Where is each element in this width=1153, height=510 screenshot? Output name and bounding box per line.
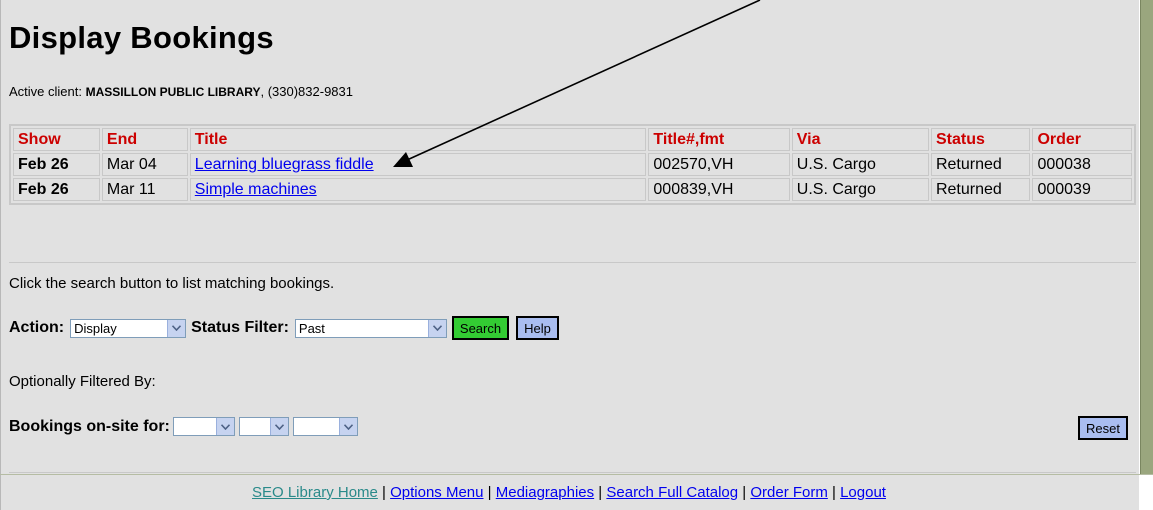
client-phone: , (330)832-9831 xyxy=(260,84,353,99)
cell-title-fmt: 002570,VH xyxy=(648,153,790,176)
footer-link-options[interactable]: Options Menu xyxy=(390,484,483,501)
cell-end: Mar 11 xyxy=(101,178,188,201)
cell-order: 000039 xyxy=(1032,178,1132,201)
footer-divider xyxy=(0,474,1153,475)
client-name: MASSILLON PUBLIC LIBRARY xyxy=(85,85,261,99)
section-divider xyxy=(9,262,1136,263)
status-filter-value: Past xyxy=(298,320,325,336)
footer-link-home[interactable]: SEO Library Home xyxy=(252,484,378,501)
header-show: Show xyxy=(13,128,100,151)
header-via: Via xyxy=(791,128,929,151)
cell-title-fmt: 000839,VH xyxy=(648,178,790,201)
header-title-fmt: Title#,fmt xyxy=(648,128,790,151)
cell-title: Learning bluegrass fiddle xyxy=(189,153,647,176)
action-row: Action: Display Status Filter: Past Sear… xyxy=(9,316,559,340)
search-instructions: Click the search button to list matching… xyxy=(9,275,335,292)
chevron-down-icon xyxy=(215,418,234,435)
header-status: Status xyxy=(930,128,1031,151)
client-prefix: Active client: xyxy=(9,84,86,99)
footer-link-logout[interactable]: Logout xyxy=(840,484,886,501)
title-link[interactable]: Simple machines xyxy=(195,181,317,198)
cell-title: Simple machines xyxy=(189,178,647,201)
cell-status: Returned xyxy=(930,178,1031,201)
status-filter-label: Status Filter: xyxy=(191,319,289,336)
onsite-year-select[interactable] xyxy=(292,417,358,436)
cell-show: Feb 26 xyxy=(13,153,100,176)
onsite-row: Bookings on-site for: xyxy=(9,417,358,436)
table-header-row: Show End Title Title#,fmt Via Status Ord… xyxy=(13,128,1132,151)
reset-button[interactable]: Reset xyxy=(1078,416,1128,440)
help-button[interactable]: Help xyxy=(516,316,559,340)
header-title: Title xyxy=(189,128,647,151)
cell-status: Returned xyxy=(930,153,1031,176)
right-edge-bar xyxy=(1140,0,1153,475)
optional-filter-label: Optionally Filtered By: xyxy=(9,373,156,390)
header-order: Order xyxy=(1032,128,1132,151)
chevron-down-icon xyxy=(167,319,186,337)
chevron-down-icon xyxy=(338,418,357,435)
onsite-month-select[interactable] xyxy=(172,417,235,436)
footer-nav: SEO Library Home | Options Menu | Mediag… xyxy=(0,484,1138,501)
table-row: Feb 26 Mar 04 Learning bluegrass fiddle … xyxy=(13,153,1132,176)
cell-via: U.S. Cargo xyxy=(791,153,929,176)
header-end: End xyxy=(101,128,188,151)
cell-show: Feb 26 xyxy=(13,178,100,201)
search-button[interactable]: Search xyxy=(451,316,510,340)
title-link[interactable]: Learning bluegrass fiddle xyxy=(195,156,374,173)
action-label: Action: xyxy=(9,319,65,336)
footer-separator: | xyxy=(377,484,391,501)
footer-top-divider xyxy=(9,472,1136,473)
action-select[interactable]: Display xyxy=(70,318,187,338)
footer-separator: | xyxy=(594,484,607,501)
onsite-label: Bookings on-site for: xyxy=(9,417,170,435)
table-row: Feb 26 Mar 11 Simple machines 000839,VH … xyxy=(13,178,1132,201)
cell-end: Mar 04 xyxy=(101,153,188,176)
footer-separator: | xyxy=(483,484,496,501)
footer-separator: | xyxy=(827,484,841,501)
status-filter-select[interactable]: Past xyxy=(294,318,447,338)
active-client-line: Active client: MASSILLON PUBLIC LIBRARY,… xyxy=(9,84,353,99)
bookings-table: Show End Title Title#,fmt Via Status Ord… xyxy=(9,124,1136,205)
chevron-down-icon xyxy=(427,319,446,337)
onsite-day-select[interactable] xyxy=(238,417,289,436)
action-value: Display xyxy=(74,320,117,336)
footer-link-search-catalog[interactable]: Search Full Catalog xyxy=(606,484,738,501)
cell-via: U.S. Cargo xyxy=(791,178,929,201)
footer-link-mediagraphies[interactable]: Mediagraphies xyxy=(496,484,594,501)
footer-link-order-form[interactable]: Order Form xyxy=(750,484,828,501)
footer-separator: | xyxy=(738,484,751,501)
chevron-down-icon xyxy=(269,418,288,435)
page-title: Display Bookings xyxy=(9,20,274,55)
cell-order: 000038 xyxy=(1032,153,1132,176)
